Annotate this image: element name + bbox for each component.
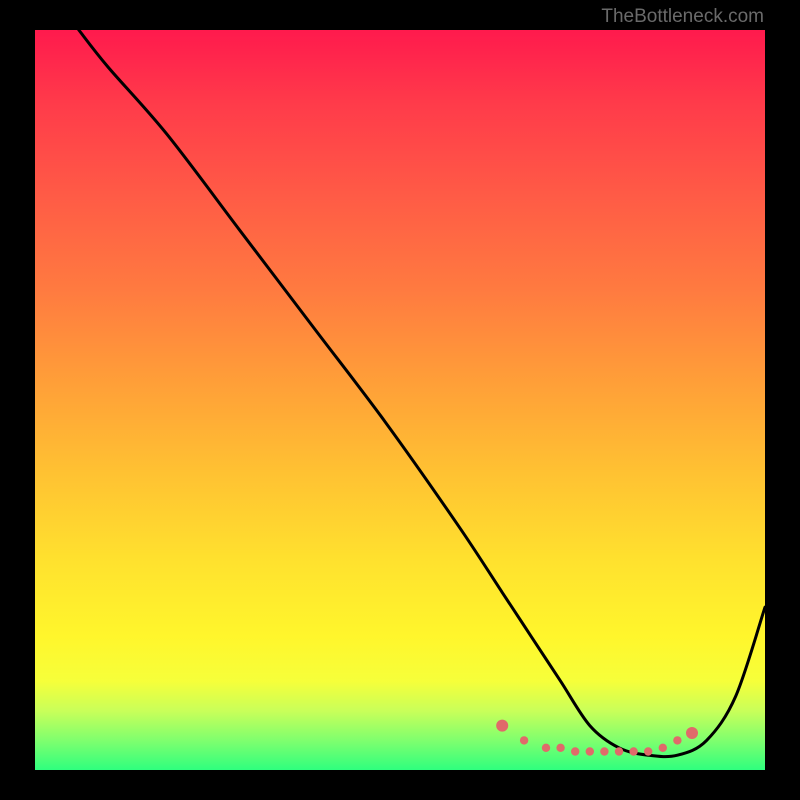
marker-dot	[686, 727, 698, 739]
marker-dot	[556, 744, 564, 752]
marker-dot	[659, 744, 667, 752]
marker-dot	[520, 736, 528, 744]
bottleneck-curve-svg	[35, 30, 765, 770]
flat-region-markers	[496, 720, 698, 756]
marker-dot	[644, 747, 652, 755]
plot-area	[35, 30, 765, 770]
marker-dot	[673, 736, 681, 744]
marker-dot	[571, 747, 579, 755]
marker-dot	[542, 744, 550, 752]
marker-dot	[615, 747, 623, 755]
marker-dot	[629, 747, 637, 755]
marker-dot	[600, 747, 608, 755]
marker-dot	[496, 720, 508, 732]
attribution-text: TheBottleneck.com	[601, 6, 764, 28]
marker-dot	[586, 747, 594, 755]
chart-frame: TheBottleneck.com	[0, 0, 800, 800]
bottleneck-curve-path	[79, 30, 765, 757]
